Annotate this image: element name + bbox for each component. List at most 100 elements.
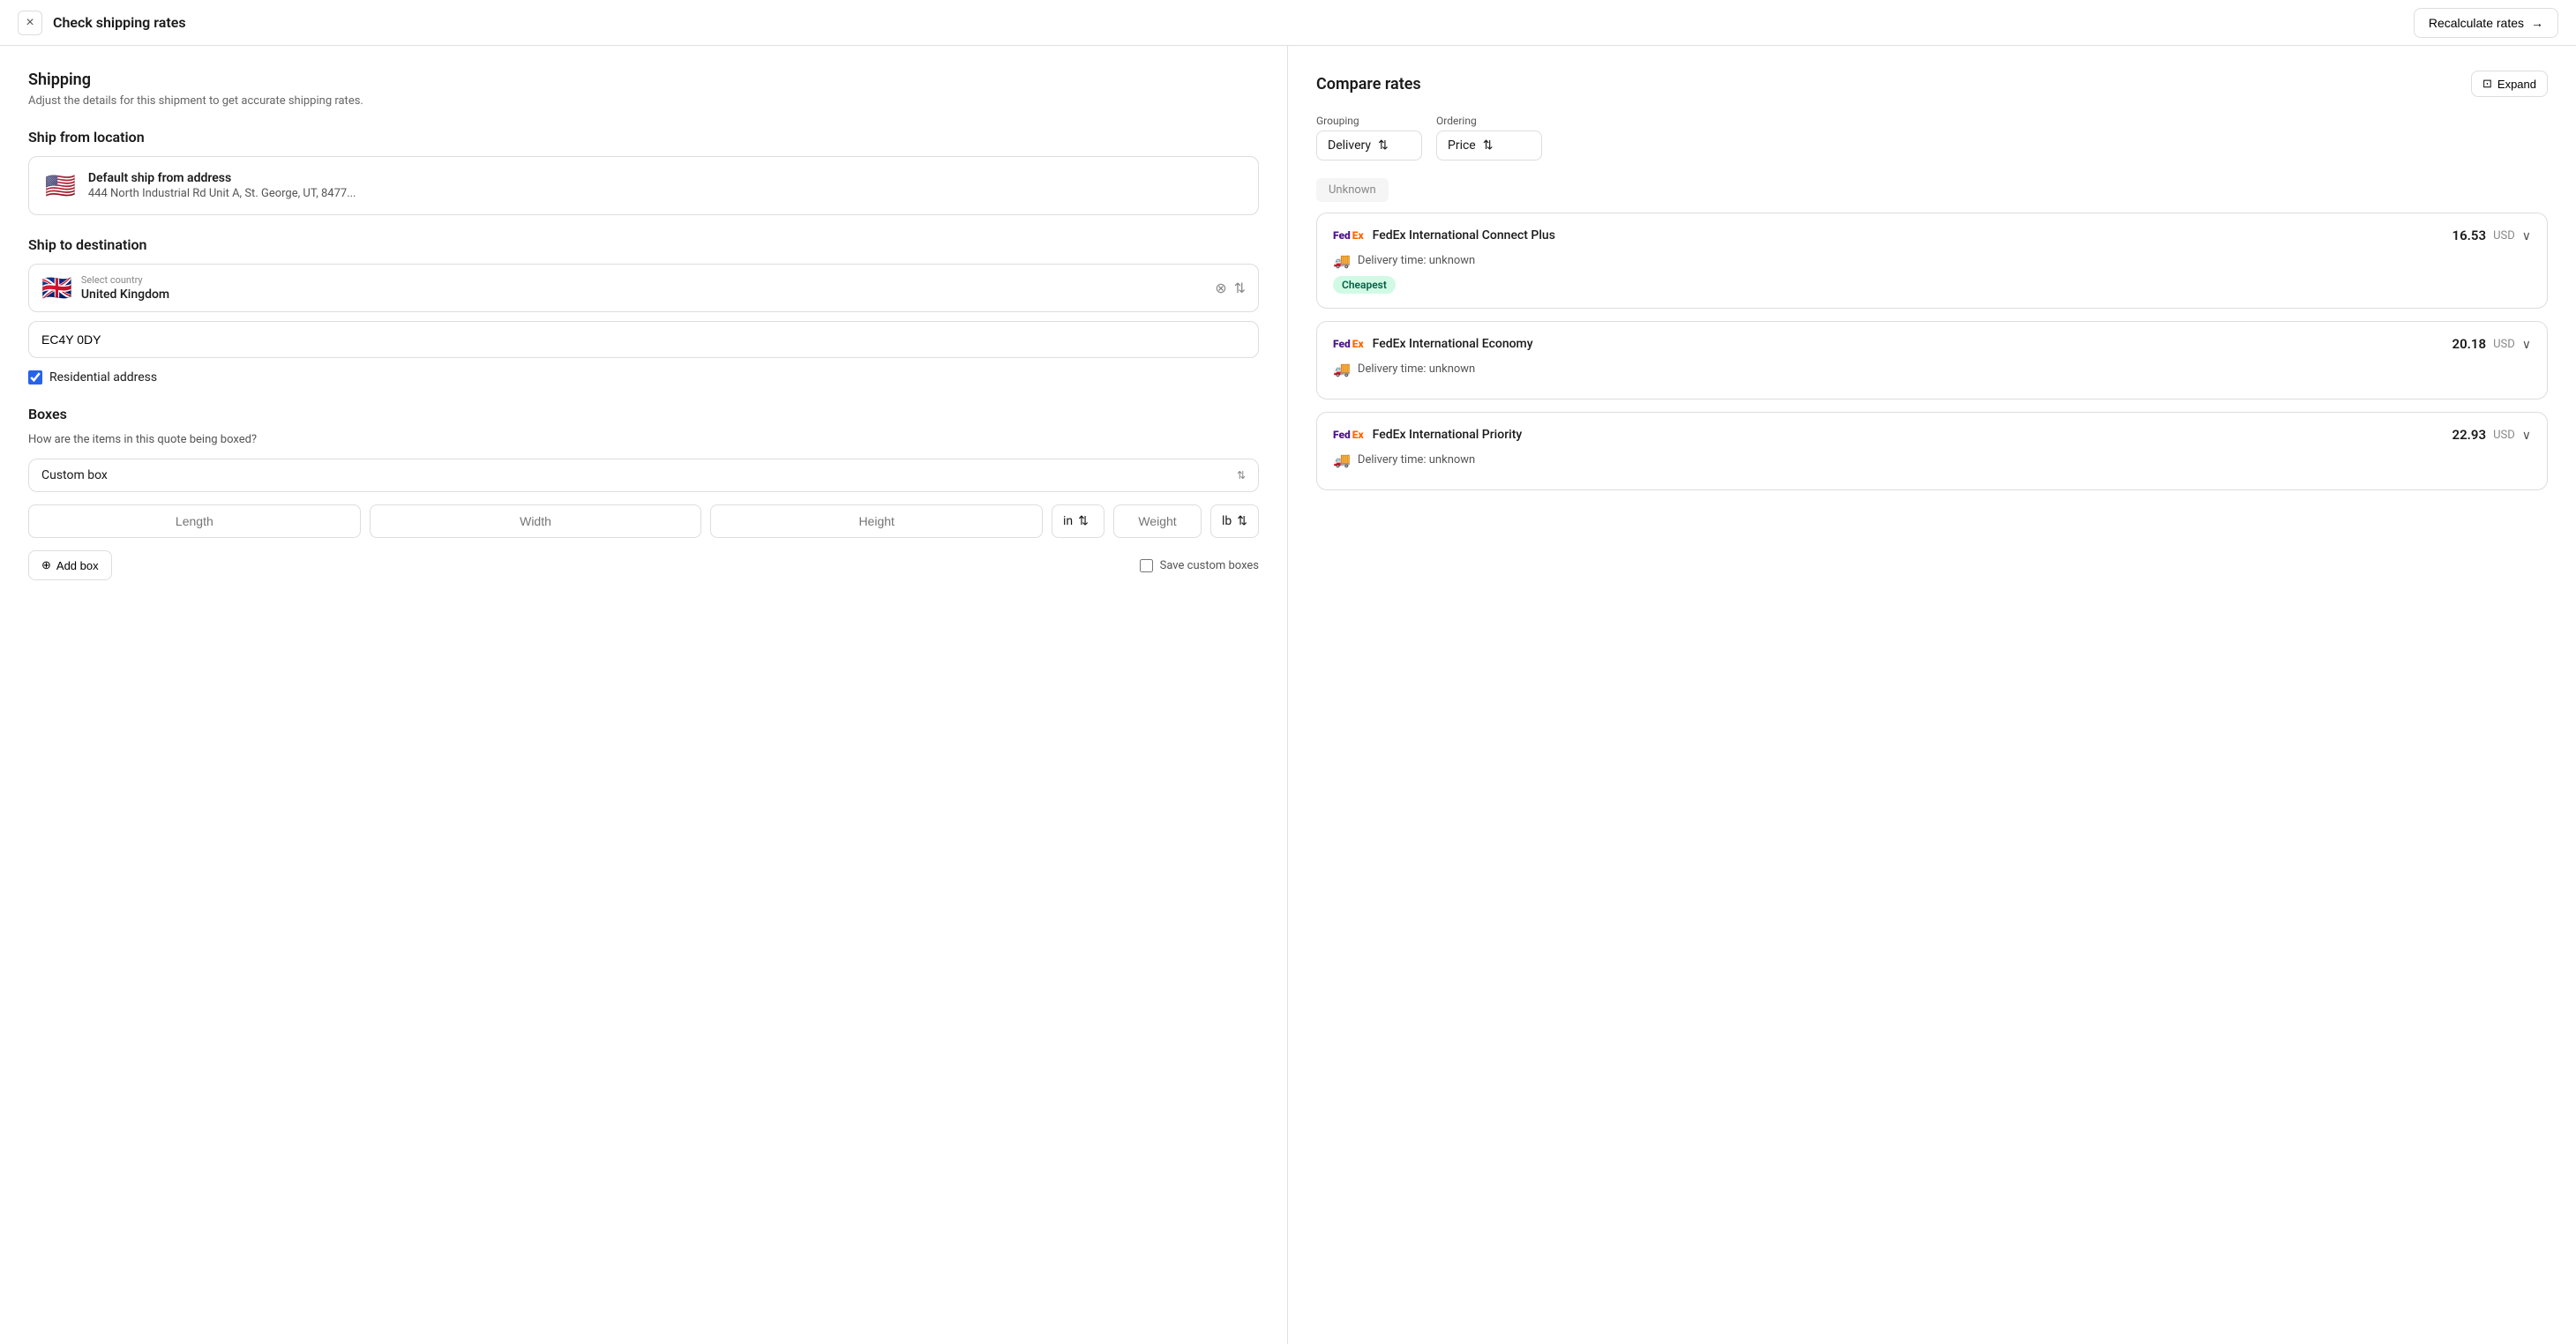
ordering-control: Ordering Price ⇅ bbox=[1436, 115, 1542, 161]
rate-header: FedEx FedEx International Economy 20.18 … bbox=[1333, 336, 2531, 352]
country-details: Select country United Kingdom bbox=[81, 274, 169, 302]
rate-price: 22.93 bbox=[2452, 427, 2487, 443]
rate-price-row: 16.53 USD ∨ bbox=[2452, 228, 2531, 243]
recalculate-button[interactable]: Recalculate rates → bbox=[2414, 8, 2558, 38]
delivery-row: 🚚 Delivery time: unknown bbox=[1333, 252, 2531, 269]
rate-name-row: FedEx FedEx International Connect Plus bbox=[1333, 228, 1555, 243]
close-button[interactable]: × bbox=[18, 11, 42, 35]
width-input[interactable] bbox=[370, 504, 702, 538]
unit-arrows-icon: ⇅ bbox=[1078, 514, 1089, 528]
boxes-title: Boxes bbox=[28, 406, 1259, 422]
ship-from-name: Default ship from address bbox=[88, 171, 356, 185]
left-panel: Shipping Adjust the details for this shi… bbox=[0, 46, 1288, 1344]
bottom-row: ⊕ Add box Save custom boxes bbox=[28, 550, 1259, 580]
rate-currency: USD bbox=[2493, 338, 2515, 351]
rate-expand-button[interactable]: ∨ bbox=[2522, 428, 2531, 443]
rate-expand-button[interactable]: ∨ bbox=[2522, 228, 2531, 243]
fedex-logo-icon: FedEx bbox=[1333, 229, 1364, 242]
weight-unit-select[interactable]: lb ⇅ bbox=[1210, 504, 1259, 538]
weight-input[interactable] bbox=[1113, 504, 1202, 538]
us-flag-icon: 🇺🇸 bbox=[45, 171, 76, 200]
rate-name: FedEx International Priority bbox=[1373, 428, 1523, 442]
rate-header: FedEx FedEx International Priority 22.93… bbox=[1333, 427, 2531, 443]
height-input[interactable] bbox=[710, 504, 1043, 538]
compare-title: Compare rates bbox=[1316, 75, 1421, 93]
ordering-value: Price bbox=[1448, 138, 1476, 153]
ship-from-card: 🇺🇸 Default ship from address 444 North I… bbox=[28, 156, 1259, 215]
shipping-section: Shipping Adjust the details for this shi… bbox=[28, 71, 1259, 108]
grouping-value: Delivery bbox=[1328, 138, 1371, 153]
dimensions-row: in ⇅ lb ⇅ bbox=[28, 504, 1259, 538]
add-box-button[interactable]: ⊕ Add box bbox=[28, 550, 112, 580]
country-arrows-button[interactable]: ⇅ bbox=[1234, 280, 1246, 297]
ship-from-title: Ship from location bbox=[28, 129, 1259, 146]
weight-unit-label: lb bbox=[1222, 514, 1232, 528]
fedex-logo-icon: FedEx bbox=[1333, 429, 1364, 441]
rate-currency: USD bbox=[2493, 229, 2515, 243]
rate-expand-button[interactable]: ∨ bbox=[2522, 337, 2531, 352]
cheapest-badge: Cheapest bbox=[1333, 276, 1396, 294]
rate-price-row: 22.93 USD ∨ bbox=[2452, 427, 2531, 443]
save-custom-label: Save custom boxes bbox=[1160, 559, 1259, 572]
delivery-text: Delivery time: unknown bbox=[1358, 254, 1475, 267]
ship-from-address: 444 North Industrial Rd Unit A, St. Geor… bbox=[88, 187, 356, 200]
truck-icon: 🚚 bbox=[1333, 452, 1351, 468]
rate-name: FedEx International Connect Plus bbox=[1373, 228, 1555, 243]
grouping-label: Grouping bbox=[1316, 115, 1422, 127]
rate-currency: USD bbox=[2493, 429, 2515, 442]
country-value: United Kingdom bbox=[81, 287, 169, 302]
rate-price: 16.53 bbox=[2452, 228, 2487, 243]
rates-container: FedEx FedEx International Connect Plus 1… bbox=[1316, 213, 2548, 490]
header: × Check shipping rates Recalculate rates… bbox=[0, 0, 2576, 46]
box-type-select[interactable]: Custom box ⇅ bbox=[28, 459, 1259, 492]
save-custom-checkbox[interactable] bbox=[1140, 559, 1153, 572]
right-panel: Compare rates ⊡ Expand Grouping Delivery… bbox=[1288, 46, 2576, 1344]
shipping-title: Shipping bbox=[28, 71, 1259, 89]
truck-icon: 🚚 bbox=[1333, 361, 1351, 377]
expand-button[interactable]: ⊡ Expand bbox=[2471, 71, 2548, 97]
ship-from-details: Default ship from address 444 North Indu… bbox=[88, 171, 356, 200]
save-custom-row: Save custom boxes bbox=[1140, 559, 1259, 572]
expand-label: Expand bbox=[2497, 78, 2536, 91]
rate-header: FedEx FedEx International Connect Plus 1… bbox=[1333, 228, 2531, 243]
ship-to-section: Ship to destination 🇬🇧 Select country Un… bbox=[28, 236, 1259, 385]
expand-icon: ⊡ bbox=[2482, 77, 2492, 91]
rate-card: FedEx FedEx International Economy 20.18 … bbox=[1316, 321, 2548, 399]
ship-from-section: Ship from location 🇺🇸 Default ship from … bbox=[28, 129, 1259, 215]
ordering-arrows-icon: ⇅ bbox=[1483, 138, 1494, 153]
arrow-icon: → bbox=[2531, 16, 2543, 30]
residential-checkbox[interactable] bbox=[28, 370, 42, 385]
rate-name: FedEx International Economy bbox=[1373, 337, 1533, 351]
rate-card: FedEx FedEx International Priority 22.93… bbox=[1316, 412, 2548, 490]
group-label: Unknown bbox=[1316, 178, 1389, 202]
grouping-select[interactable]: Delivery ⇅ bbox=[1316, 131, 1422, 161]
ship-to-title: Ship to destination bbox=[28, 236, 1259, 253]
compare-header: Compare rates ⊡ Expand bbox=[1316, 71, 2548, 97]
rate-card: FedEx FedEx International Connect Plus 1… bbox=[1316, 213, 2548, 309]
clear-country-button[interactable]: ⊗ bbox=[1215, 280, 1226, 297]
delivery-row: 🚚 Delivery time: unknown bbox=[1333, 361, 2531, 377]
controls-row: Grouping Delivery ⇅ Ordering Price ⇅ bbox=[1316, 115, 2548, 161]
page-title: Check shipping rates bbox=[53, 14, 186, 31]
add-box-plus-icon: ⊕ bbox=[41, 558, 51, 572]
unit-select[interactable]: in ⇅ bbox=[1052, 504, 1105, 538]
box-type-arrows-icon: ⇅ bbox=[1237, 469, 1246, 482]
postal-code-input[interactable] bbox=[28, 321, 1259, 358]
uk-flag-icon: 🇬🇧 bbox=[41, 273, 72, 302]
main-content: Shipping Adjust the details for this shi… bbox=[0, 46, 2576, 1344]
ordering-label: Ordering bbox=[1436, 115, 1542, 127]
grouping-arrows-icon: ⇅ bbox=[1378, 138, 1389, 153]
rate-name-row: FedEx FedEx International Economy bbox=[1333, 337, 1533, 351]
ordering-select[interactable]: Price ⇅ bbox=[1436, 131, 1542, 161]
recalculate-label: Recalculate rates bbox=[2429, 16, 2524, 30]
length-input[interactable] bbox=[28, 504, 361, 538]
boxes-question: How are the items in this quote being bo… bbox=[28, 433, 1259, 446]
rate-price: 20.18 bbox=[2452, 336, 2487, 352]
grouping-control: Grouping Delivery ⇅ bbox=[1316, 115, 1422, 161]
country-select-wrap[interactable]: 🇬🇧 Select country United Kingdom ⊗ ⇅ bbox=[28, 264, 1259, 312]
weight-unit-arrows-icon: ⇅ bbox=[1237, 514, 1247, 528]
country-label: Select country bbox=[81, 274, 169, 286]
residential-checkbox-row: Residential address bbox=[28, 370, 1259, 385]
delivery-text: Delivery time: unknown bbox=[1358, 362, 1475, 376]
delivery-row: 🚚 Delivery time: unknown bbox=[1333, 452, 2531, 468]
